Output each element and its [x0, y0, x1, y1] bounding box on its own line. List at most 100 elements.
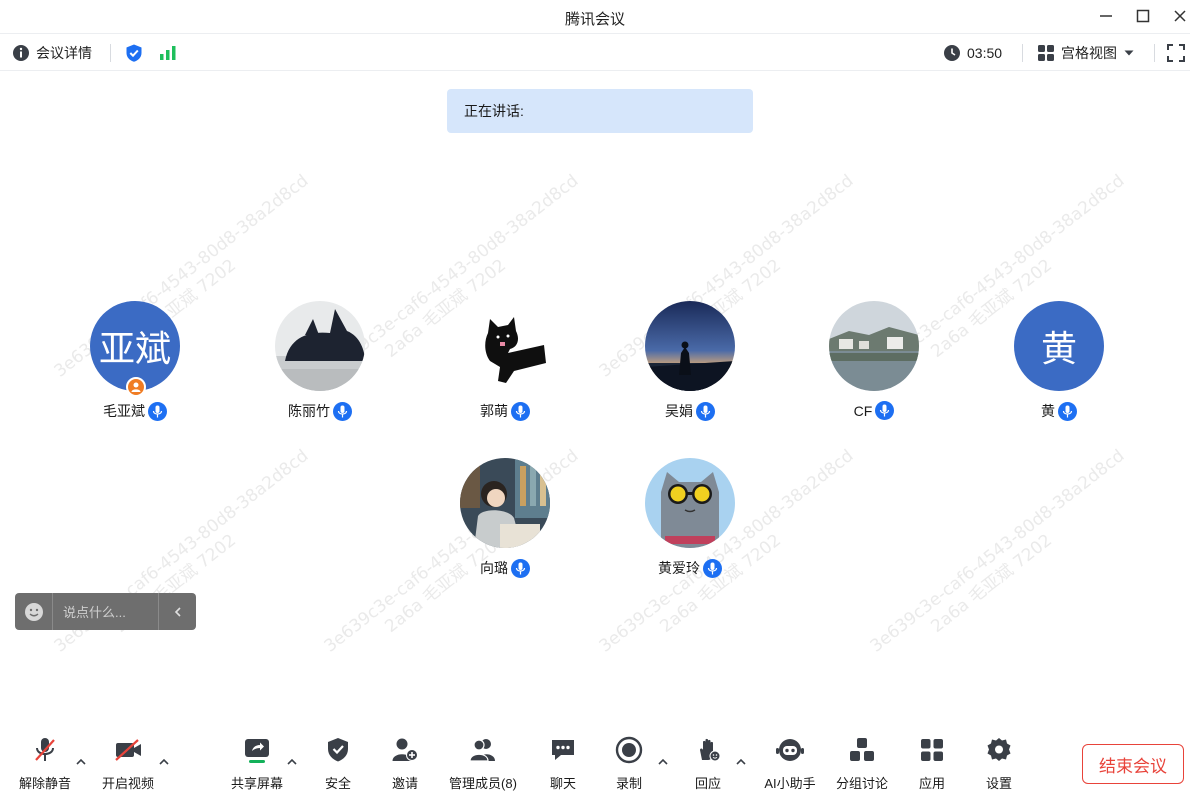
apps-button[interactable]: 应用	[912, 736, 952, 792]
mic-icon	[515, 405, 526, 417]
mic-icon	[337, 405, 348, 417]
participant-tile[interactable]: CF	[794, 301, 954, 427]
breakout-button[interactable]: 分组讨论	[832, 736, 892, 792]
mic-status	[1058, 401, 1077, 421]
caret-down-icon	[1124, 50, 1134, 56]
chat-input-field[interactable]: 说点什么...	[53, 602, 158, 621]
raise-hand-icon	[700, 738, 721, 762]
participant-name-row: CF	[794, 401, 954, 420]
chat-label: 聊天	[549, 776, 576, 791]
window-title: 腾讯会议	[564, 11, 625, 28]
quick-chat-bar: 说点什么...	[15, 593, 196, 630]
participant-tile[interactable]: 黄 黄	[979, 301, 1139, 427]
meeting-window: 腾讯会议 会议详情 03:50 宫格视图 正在讲话: 3e639c3e-caf6…	[0, 0, 1190, 797]
react-button[interactable]: 回应	[688, 736, 728, 792]
grid-view-icon	[1038, 45, 1054, 61]
participant-name: CF	[853, 402, 873, 419]
fullscreen-button[interactable]	[1167, 35, 1185, 71]
view-mode-dropdown[interactable]: 宫格视图	[1037, 35, 1135, 71]
avatar-photo-landscape	[829, 301, 919, 391]
mic-status	[696, 401, 715, 421]
chat-icon	[552, 740, 574, 760]
clock-icon	[944, 45, 960, 61]
participant-name-row: 黄爱玲	[610, 558, 770, 578]
share-screen-button[interactable]: 共享屏幕	[226, 736, 288, 792]
apps-label: 应用	[918, 776, 945, 791]
participant-tile[interactable]: 陈丽竹	[240, 301, 400, 427]
unmute-button[interactable]: 解除静音	[14, 736, 76, 792]
mic-status	[333, 401, 352, 421]
avatar-initials: 黄	[1014, 301, 1104, 391]
participant-tile[interactable]: 黄爱玲	[610, 458, 770, 584]
participant-tile[interactable]: 吴娟	[610, 301, 770, 427]
mic-muted-icon	[35, 738, 55, 761]
minimize-icon	[1100, 15, 1112, 17]
audio-options-caret[interactable]	[73, 754, 89, 770]
chevron-up-icon	[658, 758, 668, 765]
breakout-rooms-icon	[850, 738, 874, 761]
end-meeting-button[interactable]: 结束会议	[1082, 744, 1184, 784]
mic-icon	[880, 404, 890, 417]
participant-name: 黄	[1041, 403, 1055, 419]
avatar	[645, 458, 735, 548]
record-label: 录制	[615, 776, 642, 791]
avatar	[829, 301, 919, 391]
chevron-left-icon	[174, 606, 181, 617]
participant-name-row: 陈丽竹	[240, 401, 400, 421]
manage-members-button[interactable]: 管理成员(8)	[443, 736, 523, 792]
react-label: 回应	[694, 776, 721, 791]
chat-button[interactable]: 聊天	[543, 736, 583, 792]
participant-name-row: 郭萌	[425, 401, 585, 421]
security-status[interactable]	[124, 35, 144, 71]
speaking-indicator: 正在讲话:	[447, 89, 753, 133]
emoji-icon	[24, 602, 43, 621]
participant-name: 向璐	[480, 560, 508, 576]
apps-grid-icon	[921, 739, 943, 761]
minimize-button[interactable]	[1092, 4, 1120, 28]
start-video-button[interactable]: 开启视频	[97, 736, 159, 792]
avatar	[460, 301, 550, 391]
collapse-chat-button[interactable]	[158, 593, 196, 630]
avatar-photo-sunset	[645, 301, 735, 391]
participant-tile[interactable]: 亚斌 毛亚斌	[55, 301, 215, 427]
maximize-icon	[1136, 9, 1150, 23]
meeting-timer: 03:50	[943, 35, 1002, 71]
camera-off-icon	[115, 739, 141, 761]
security-button[interactable]: 安全	[318, 736, 358, 792]
record-button[interactable]: 录制	[609, 736, 649, 792]
ai-assistant-button[interactable]: AI小助手	[759, 736, 821, 792]
info-bar: 会议详情 03:50 宫格视图	[0, 35, 1190, 71]
network-status[interactable]	[158, 35, 178, 71]
share-options-caret[interactable]	[284, 754, 300, 770]
meeting-details-label: 会议详情	[36, 45, 92, 61]
emoji-button[interactable]	[15, 593, 53, 630]
mic-icon	[700, 405, 711, 417]
record-options-caret[interactable]	[655, 754, 671, 770]
close-button[interactable]	[1166, 4, 1190, 28]
ai-assistant-label: AI小助手	[764, 776, 816, 791]
video-options-caret[interactable]	[156, 754, 172, 770]
breakout-label: 分组讨论	[835, 776, 888, 791]
info-icon	[13, 45, 29, 61]
invite-button[interactable]: 邀请	[385, 736, 425, 792]
participant-tile[interactable]: 向璐	[425, 458, 585, 584]
participant-name: 黄爱玲	[658, 560, 700, 576]
maximize-button[interactable]	[1129, 4, 1157, 28]
shield-check-icon	[126, 44, 142, 62]
participant-name-row: 黄	[979, 401, 1139, 421]
react-options-caret[interactable]	[733, 754, 749, 770]
divider	[1022, 44, 1023, 62]
host-badge	[126, 377, 146, 397]
avatar-photo-black-cat	[460, 301, 550, 391]
settings-label: 设置	[985, 776, 1012, 791]
settings-button[interactable]: 设置	[979, 736, 1019, 792]
close-icon	[1174, 10, 1186, 22]
avatar-photo-girl	[460, 458, 550, 548]
host-user-icon	[131, 382, 141, 392]
mic-icon	[707, 562, 718, 574]
participant-tile[interactable]: 郭萌	[425, 301, 585, 427]
timer-text: 03:50	[967, 45, 1003, 61]
start-video-label: 开启视频	[101, 776, 154, 791]
meeting-details-button[interactable]: 会议详情	[12, 35, 92, 71]
participant-name: 陈丽竹	[288, 403, 330, 419]
